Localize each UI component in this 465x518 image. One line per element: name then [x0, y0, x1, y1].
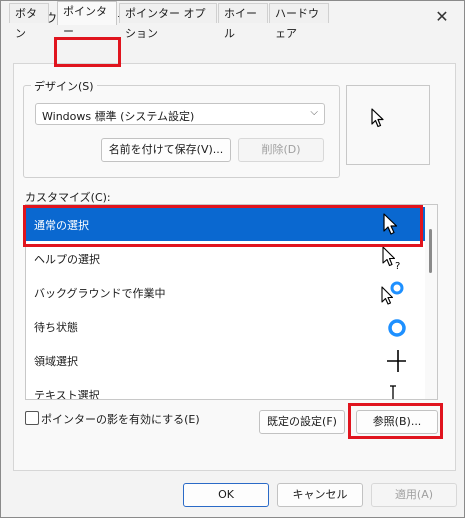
- delete-button[interactable]: 削除(D): [238, 138, 324, 162]
- list-item[interactable]: ヘルプの選択 ?: [26, 241, 426, 275]
- list-item[interactable]: 領域選択: [26, 343, 426, 377]
- list-item-label: 待ち状態: [34, 321, 78, 334]
- list-item-label: テキスト選択: [34, 389, 100, 400]
- tab-buttons[interactable]: ボタン: [9, 3, 49, 40]
- list-item[interactable]: バックグラウンドで作業中: [26, 275, 426, 309]
- list-item-label: ヘルプの選択: [34, 253, 100, 266]
- list-item-label: バックグラウンドで作業中: [34, 287, 166, 300]
- working-in-background-cursor-icon: [381, 281, 404, 305]
- tab-pointers[interactable]: ポインター: [57, 1, 117, 38]
- list-scrollbar-thumb[interactable]: [429, 229, 432, 273]
- browse-button[interactable]: 参照(B)...: [356, 410, 438, 434]
- list-item[interactable]: 待ち状態: [26, 309, 426, 343]
- arrow-cursor-icon: [383, 213, 398, 235]
- text-select-cursor-icon: [390, 385, 396, 399]
- use-default-button[interactable]: 既定の設定(F): [259, 410, 345, 434]
- list-item[interactable]: 通常の選択: [26, 207, 426, 241]
- tab-wheel[interactable]: ホイール: [218, 3, 268, 40]
- pointer-shadow-checkbox[interactable]: [25, 411, 39, 425]
- design-group-label: デザイン(S): [31, 78, 97, 94]
- list-item[interactable]: テキスト選択: [26, 377, 426, 400]
- save-as-button[interactable]: 名前を付けて保存(V)...: [101, 138, 231, 162]
- arrow-cursor-preview-icon: [371, 108, 384, 128]
- list-scrollbar[interactable]: [425, 205, 437, 399]
- busy-cursor-icon: [388, 319, 406, 337]
- pointer-shadow-label: ポインターの影を有効にする(E): [41, 413, 200, 426]
- apply-button[interactable]: 適用(A): [371, 483, 457, 507]
- help-cursor-icon: ?: [382, 246, 400, 271]
- svg-text:?: ?: [395, 261, 400, 271]
- list-item-label: 領域選択: [34, 355, 78, 368]
- cancel-button[interactable]: キャンセル: [277, 483, 363, 507]
- design-group: [23, 85, 340, 178]
- cursor-list[interactable]: 通常の選択 ヘルプの選択 ? バックグラウンドで作業中 待ち状態 領域選択 テキ…: [25, 204, 438, 400]
- precision-select-cursor-icon: [387, 350, 406, 372]
- ok-button[interactable]: OK: [183, 483, 269, 507]
- customize-label: カスタマイズ(C):: [25, 191, 111, 204]
- scheme-select[interactable]: Windows 標準 (システム設定) ⌵: [35, 103, 325, 125]
- mouse-properties-window: マウスのプロパティ ✕ ボタン ポインター ポインター オプション ホイール ハ…: [0, 0, 465, 518]
- chevron-down-icon: ⌵: [310, 107, 318, 118]
- list-item-label: 通常の選択: [34, 219, 89, 232]
- tab-pointer-options[interactable]: ポインター オプション: [119, 3, 217, 40]
- close-icon[interactable]: ✕: [430, 5, 454, 29]
- scheme-select-value: Windows 標準 (システム設定): [42, 110, 195, 123]
- cursor-preview: [346, 85, 430, 165]
- tab-hardware[interactable]: ハードウェア: [269, 3, 329, 40]
